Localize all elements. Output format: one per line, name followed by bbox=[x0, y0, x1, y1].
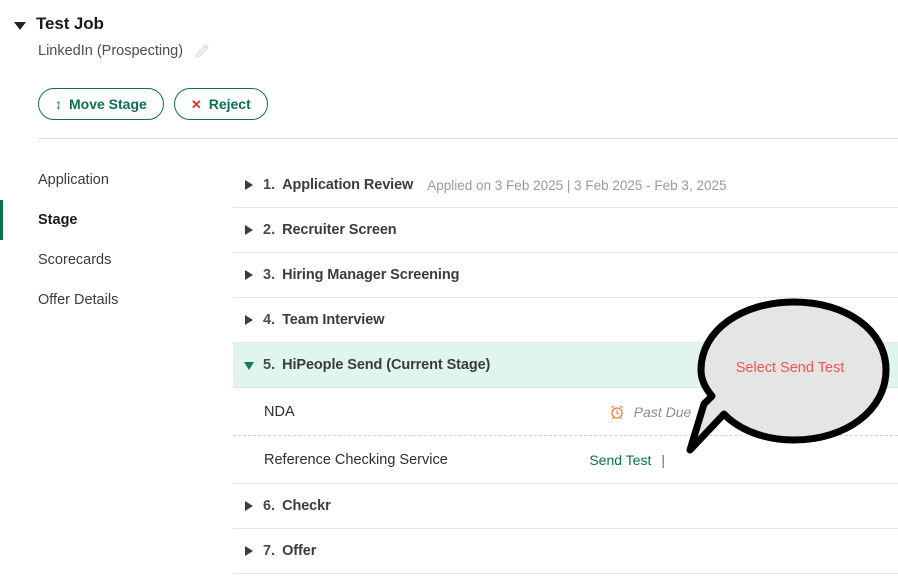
stage-index: 3. bbox=[263, 267, 276, 283]
sub-row-nda[interactable]: NDA Past Due Send bbox=[233, 388, 898, 436]
caret-down-icon[interactable] bbox=[244, 362, 254, 370]
stage-index: 2. bbox=[263, 222, 276, 238]
job-source-row: LinkedIn (Prospecting) bbox=[38, 42, 211, 60]
stage-index: 7. bbox=[263, 543, 276, 559]
caret-right-icon[interactable] bbox=[245, 270, 253, 280]
caret-right-icon[interactable] bbox=[245, 501, 253, 511]
sub-row-label: Reference Checking Service bbox=[264, 451, 448, 468]
stage-index: 5. bbox=[263, 357, 276, 373]
stage-row[interactable]: 3. Hiring Manager Screening bbox=[233, 253, 898, 298]
stage-name: Offer bbox=[282, 543, 317, 559]
stage-row[interactable]: 4. Team Interview bbox=[233, 298, 898, 343]
sub-row-reference[interactable]: Reference Checking Service Send Test | bbox=[233, 436, 898, 484]
stage-index: 4. bbox=[263, 312, 276, 328]
sub-row-label: NDA bbox=[264, 403, 295, 420]
caret-right-icon[interactable] bbox=[245, 546, 253, 556]
caret-right-icon[interactable] bbox=[245, 180, 253, 190]
sidebar-item-label: Scorecards bbox=[38, 252, 112, 268]
action-button-group: ↕ Move Stage ✕ Reject bbox=[38, 88, 268, 120]
sidebar-item-label: Offer Details bbox=[38, 292, 119, 308]
move-stage-button[interactable]: ↕ Move Stage bbox=[38, 88, 164, 120]
sub-row-actions: Send Test | bbox=[589, 452, 665, 468]
reject-label: Reject bbox=[208, 96, 251, 112]
job-source-label: LinkedIn (Prospecting) bbox=[38, 43, 184, 59]
caret-right-icon[interactable] bbox=[245, 315, 253, 325]
reject-button[interactable]: ✕ Reject bbox=[173, 88, 268, 120]
stage-meta: Applied on 3 Feb 2025 | 3 Feb 2025 - Feb… bbox=[427, 177, 727, 193]
stage-name: Checkr bbox=[282, 498, 331, 514]
updown-arrow-icon: ↕ bbox=[55, 96, 62, 112]
stage-index: 1. bbox=[263, 177, 276, 193]
send-test-link[interactable]: Send Test bbox=[589, 452, 651, 468]
sidebar-item-scorecards[interactable]: Scorecards bbox=[0, 240, 232, 280]
pencil-icon[interactable] bbox=[193, 42, 211, 60]
stage-index: 6. bbox=[263, 498, 276, 514]
caret-right-icon[interactable] bbox=[245, 225, 253, 235]
move-stage-label: Move Stage bbox=[69, 96, 147, 112]
status-badge: Past Due bbox=[633, 403, 692, 420]
alarm-clock-icon bbox=[609, 404, 625, 420]
sidebar-item-offer-details[interactable]: Offer Details bbox=[0, 280, 232, 320]
stage-row-current[interactable]: 5. HiPeople Send (Current Stage) bbox=[233, 343, 898, 388]
page-title: Test Job bbox=[36, 14, 104, 33]
stage-row[interactable]: 6. Checkr bbox=[233, 484, 898, 529]
stage-name: Hiring Manager Screening bbox=[282, 267, 460, 283]
caret-down-icon[interactable] bbox=[14, 21, 26, 30]
header-divider bbox=[38, 138, 898, 139]
sidebar-item-label: Stage bbox=[38, 212, 78, 228]
stage-name: HiPeople Send (Current Stage) bbox=[282, 357, 491, 373]
stage-row[interactable]: 1. Application Review Applied on 3 Feb 2… bbox=[233, 163, 898, 208]
sidebar-item-application[interactable]: Application bbox=[0, 160, 232, 200]
sidebar-item-label: Application bbox=[38, 172, 109, 188]
stage-name: Application Review bbox=[282, 177, 414, 193]
send-link[interactable]: Send bbox=[700, 404, 733, 420]
job-header-row[interactable]: Test Job bbox=[14, 14, 104, 34]
stage-name: Recruiter Screen bbox=[282, 222, 397, 238]
close-icon: ✕ bbox=[190, 96, 202, 112]
sidebar-item-stage[interactable]: Stage bbox=[0, 200, 232, 240]
stage-name: Team Interview bbox=[282, 312, 385, 328]
stage-row[interactable]: 2. Recruiter Screen bbox=[233, 208, 898, 253]
sidebar-nav: Application Stage Scorecards Offer Detai… bbox=[0, 160, 232, 320]
stage-row[interactable]: 7. Offer bbox=[233, 529, 898, 574]
sub-row-actions: Past Due Send bbox=[609, 404, 733, 420]
stage-list: 1. Application Review Applied on 3 Feb 2… bbox=[233, 163, 898, 574]
action-separator: | bbox=[661, 451, 665, 468]
